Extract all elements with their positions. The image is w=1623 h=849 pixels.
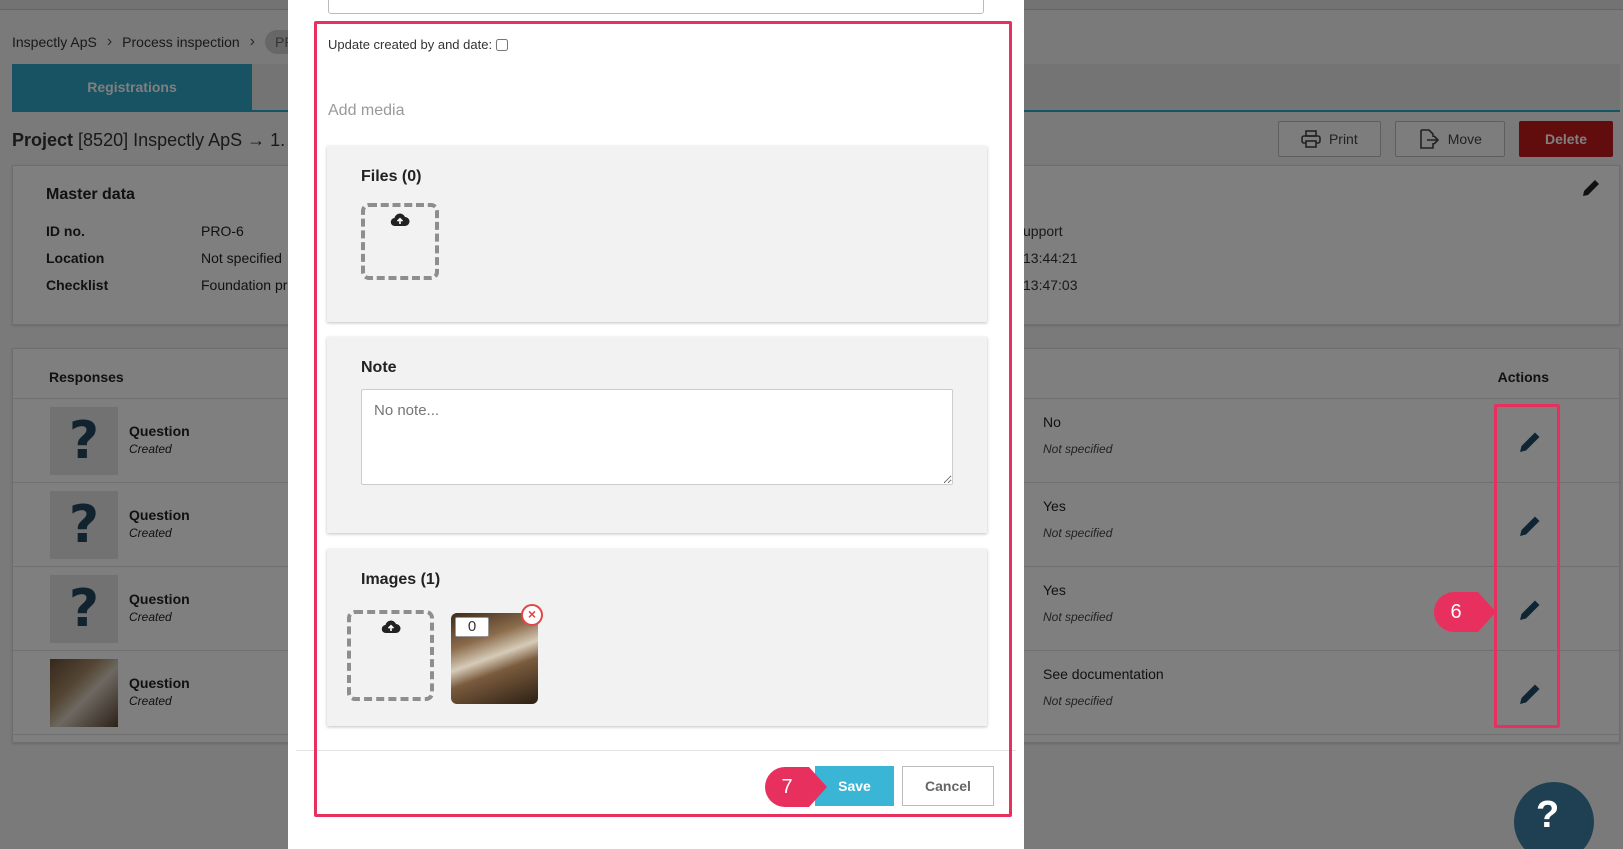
step-7-number: 7 [765, 767, 809, 807]
step-7-callout: 7 [765, 767, 827, 807]
answer-textarea[interactable] [328, 0, 984, 14]
step-6-callout: 6 [1434, 592, 1496, 632]
callout-arrow [809, 767, 827, 807]
highlight-actions-column [1494, 404, 1560, 728]
help-icon: ? [1536, 794, 1560, 836]
callout-arrow [1478, 592, 1496, 632]
step-6-number: 6 [1434, 592, 1478, 632]
highlight-modal-frame [314, 21, 1012, 817]
